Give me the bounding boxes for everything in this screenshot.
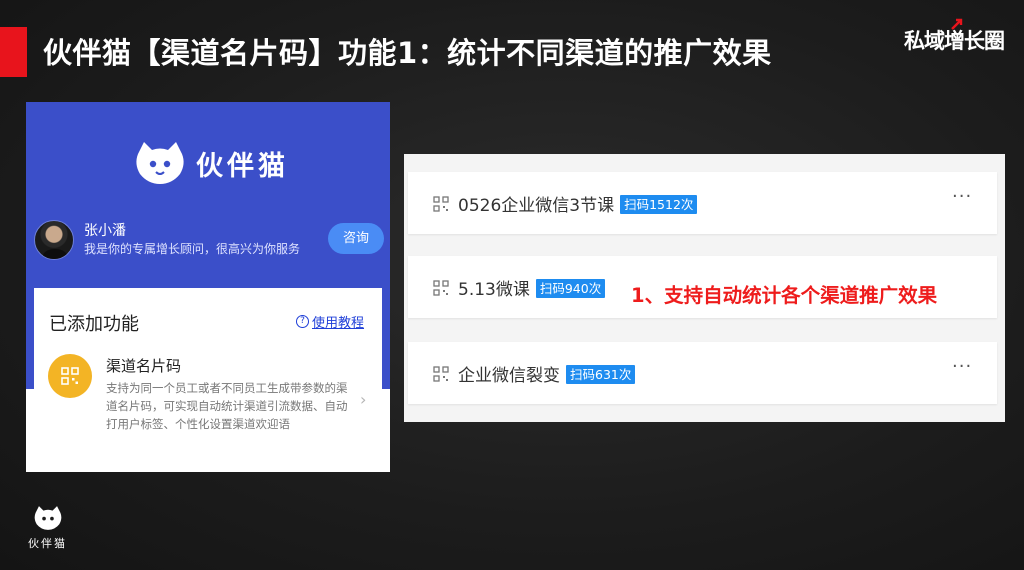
chevron-right-icon[interactable]: ›: [360, 390, 366, 409]
scan-count-badge: 扫码940次: [535, 279, 606, 298]
added-functions-card: 已添加功能 ? 使用教程 渠道名片码 支持为同一个员工或者不同员工生成带参数的渠…: [34, 288, 382, 472]
channel-row[interactable]: 0526企业微信3节课 扫码1512次 ···: [408, 172, 997, 234]
channel-name: 0526企业微信3节课 扫码1512次: [458, 191, 698, 216]
help-icon: ?: [296, 315, 309, 328]
feature-annotation: 1、支持自动统计各个渠道推广效果: [631, 284, 938, 307]
slide-title: 伙伴猫【渠道名片码】功能1：统计不同渠道的推广效果: [43, 36, 772, 70]
avatar: [34, 220, 74, 260]
advisor-description: 我是你的专属增长顾问，很高兴为你服务: [84, 242, 301, 256]
scan-count-badge: 扫码1512次: [620, 195, 698, 214]
qr-code-icon: [48, 354, 92, 398]
footer-logo-name: 伙伴猫: [28, 537, 67, 550]
cat-logo-icon: [136, 142, 184, 184]
brand-logo: 私域增长圈: [904, 18, 1005, 55]
growth-arrow-icon: [951, 18, 963, 30]
card-title: 已添加功能: [49, 314, 139, 335]
tutorial-label: 使用教程: [312, 316, 365, 331]
channel-name-text: 企业微信裂变: [458, 366, 560, 386]
scan-count-badge: 扫码631次: [566, 365, 636, 384]
consult-button[interactable]: 咨询: [328, 223, 384, 254]
function-description: 支持为同一个员工或者不同员工生成带参数的渠道名片码，可实现自动统计渠道引流数据、…: [106, 381, 348, 431]
phone-screen: 伙伴猫 张小潘 我是你的专属增长顾问，很高兴为你服务 咨询 已添加功能 ? 使用…: [26, 102, 390, 472]
function-name[interactable]: 渠道名片码: [106, 355, 181, 376]
qr-code-icon: [433, 366, 449, 382]
more-options-icon[interactable]: ···: [952, 186, 972, 207]
tutorial-link[interactable]: ? 使用教程: [296, 312, 364, 331]
channel-name: 5.13微课 扫码940次: [458, 275, 606, 300]
qr-code-icon: [433, 280, 449, 296]
qr-code-glyph: [61, 367, 79, 385]
channel-name: 企业微信裂变 扫码631次: [458, 361, 636, 386]
more-options-icon[interactable]: ···: [952, 356, 972, 377]
brand-logo-text: 私域增长圈: [904, 29, 1005, 53]
app-logo: 伙伴猫: [134, 140, 289, 186]
channel-name-text: 0526企业微信3节课: [458, 196, 615, 216]
channel-name-text: 5.13微课: [458, 280, 530, 300]
qr-code-icon: [433, 196, 449, 212]
advisor-name: 张小潘: [84, 223, 126, 239]
cat-logo-icon: [34, 506, 62, 530]
channel-row[interactable]: 企业微信裂变 扫码631次 ···: [408, 342, 997, 404]
footer-logo: 伙伴猫: [28, 505, 72, 551]
app-name: 伙伴猫: [196, 150, 289, 182]
title-accent-bar: [0, 27, 27, 77]
